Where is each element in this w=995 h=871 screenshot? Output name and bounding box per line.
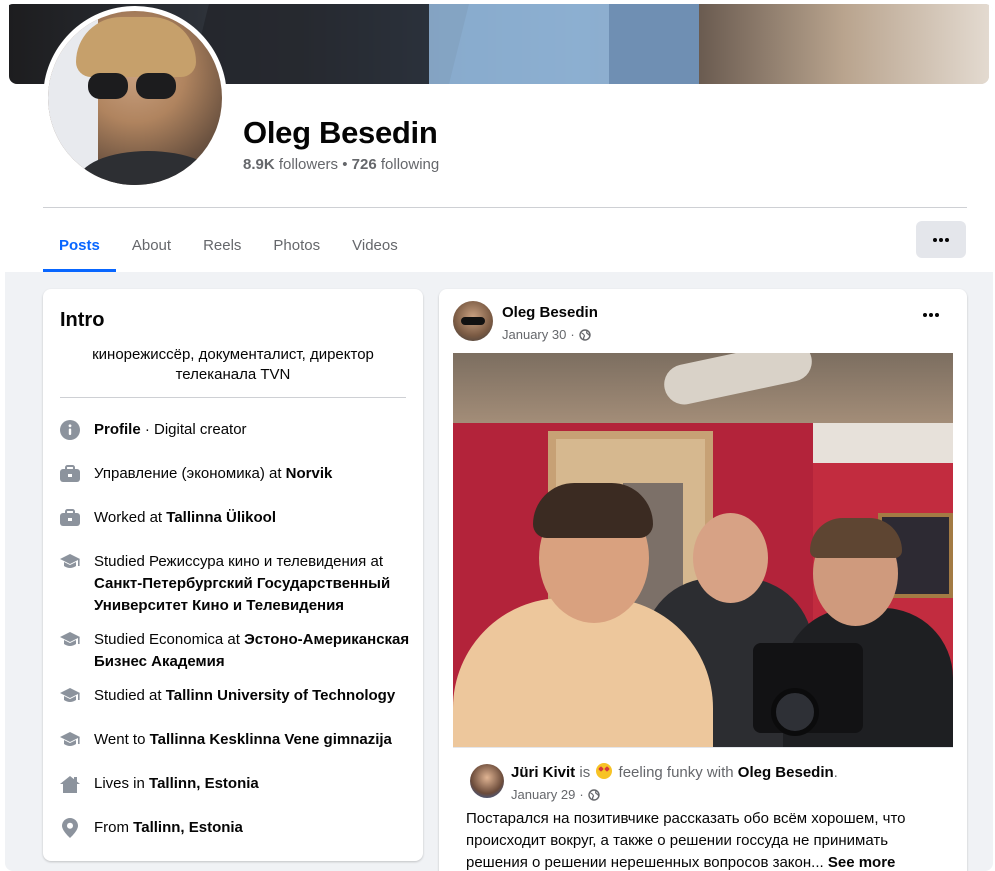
intro-item-profile: Profile · Digital creator xyxy=(60,419,410,441)
shared-post-text: Постарался на позитивчике рассказать обо… xyxy=(466,810,906,871)
intro-item-work-norvik: Управление (экономика) at Norvik xyxy=(60,463,410,485)
education-icon xyxy=(60,630,80,650)
shared-post-timestamp: January 29 · xyxy=(511,787,600,802)
intro-item-education-taltech: Studied at Tallinn University of Technol… xyxy=(60,685,410,707)
post-timestamp: January 30 · xyxy=(502,327,591,342)
profile-tabs: Posts About Reels Photos Videos xyxy=(43,219,414,272)
shared-author-avatar[interactable] xyxy=(470,764,504,798)
see-more-link[interactable]: See more xyxy=(828,854,896,871)
intro-title: Intro xyxy=(60,309,105,331)
intro-divider xyxy=(60,397,406,398)
post-card: Oleg Besedin January 30 · Jüri Kivit is … xyxy=(439,289,967,871)
intro-card: Intro кинорежиссёр, документалист, дирек… xyxy=(43,289,423,861)
intro-item-lives-in: Lives in Tallinn, Estonia xyxy=(60,773,410,795)
education-icon xyxy=(60,552,80,572)
post-author-avatar[interactable] xyxy=(453,301,493,341)
intro-link-tallinna-ulikool[interactable]: Tallinna Ülikool xyxy=(166,509,276,526)
globe-icon xyxy=(578,328,591,341)
star-struck-emoji-icon xyxy=(596,763,613,779)
globe-icon xyxy=(587,788,600,801)
profile-more-button[interactable] xyxy=(916,221,966,258)
tab-posts[interactable]: Posts xyxy=(43,219,116,272)
shared-post-header: Jüri Kivit is feeling funky with Oleg Be… xyxy=(511,763,838,781)
following-count[interactable]: 726 xyxy=(352,156,377,173)
intro-link-spbgukit[interactable]: Санкт-Петербургский Государственный Унив… xyxy=(94,575,390,614)
education-icon xyxy=(60,686,80,706)
tab-photos[interactable]: Photos xyxy=(257,219,336,272)
intro-link-lives-in[interactable]: Tallinn, Estonia xyxy=(149,775,259,792)
shared-post[interactable]: Jüri Kivit is feeling funky with Oleg Be… xyxy=(453,747,953,871)
intro-link-from[interactable]: Tallinn, Estonia xyxy=(133,819,243,836)
profile-avatar[interactable] xyxy=(48,11,222,185)
tab-videos[interactable]: Videos xyxy=(336,219,414,272)
tab-about[interactable]: About xyxy=(116,219,187,272)
shared-author-name[interactable]: Jüri Kivit xyxy=(511,764,575,781)
profile-page: Oleg Besedin 8.9K followers • 726 follow… xyxy=(5,4,993,871)
intro-item-from: From Tallinn, Estonia xyxy=(60,817,410,839)
post-photo[interactable] xyxy=(453,353,953,747)
intro-link-school[interactable]: Tallinna Kesklinna Vene gimnazija xyxy=(150,731,392,748)
intro-bio: кинорежиссёр, документалист, директор те… xyxy=(92,346,374,383)
intro-link-taltech[interactable]: Tallinn University of Technology xyxy=(166,687,395,704)
intro-item-education-eabc: Studied Economica at Эстоно-Американская… xyxy=(60,629,410,673)
home-icon xyxy=(60,774,80,794)
follow-counts: 8.9K followers • 726 following xyxy=(243,156,440,173)
intro-item-work-ulikool: Worked at Tallinna Ülikool xyxy=(60,507,410,529)
education-icon xyxy=(60,730,80,750)
post-author-name[interactable]: Oleg Besedin xyxy=(502,304,598,321)
followers-count[interactable]: 8.9K xyxy=(243,156,275,173)
intro-link-norvik[interactable]: Norvik xyxy=(286,465,333,482)
header-divider xyxy=(43,207,967,208)
post-date[interactable]: January 30 xyxy=(502,327,566,342)
intro-item-education-spbgukit: Studied Режиссура кино и телевидения at … xyxy=(60,551,410,617)
tab-reels[interactable]: Reels xyxy=(187,219,257,272)
more-dots-icon xyxy=(923,313,939,317)
shared-post-date[interactable]: January 29 xyxy=(511,787,575,802)
intro-item-school: Went to Tallinna Kesklinna Vene gimnazij… xyxy=(60,729,410,751)
work-icon xyxy=(60,464,80,484)
post-options-button[interactable] xyxy=(923,313,939,317)
work-icon xyxy=(60,508,80,528)
info-icon xyxy=(60,420,80,440)
profile-name: Oleg Besedin xyxy=(243,115,438,150)
location-pin-icon xyxy=(60,818,80,838)
more-dots-icon xyxy=(933,237,949,242)
tagged-user[interactable]: Oleg Besedin xyxy=(738,764,834,781)
